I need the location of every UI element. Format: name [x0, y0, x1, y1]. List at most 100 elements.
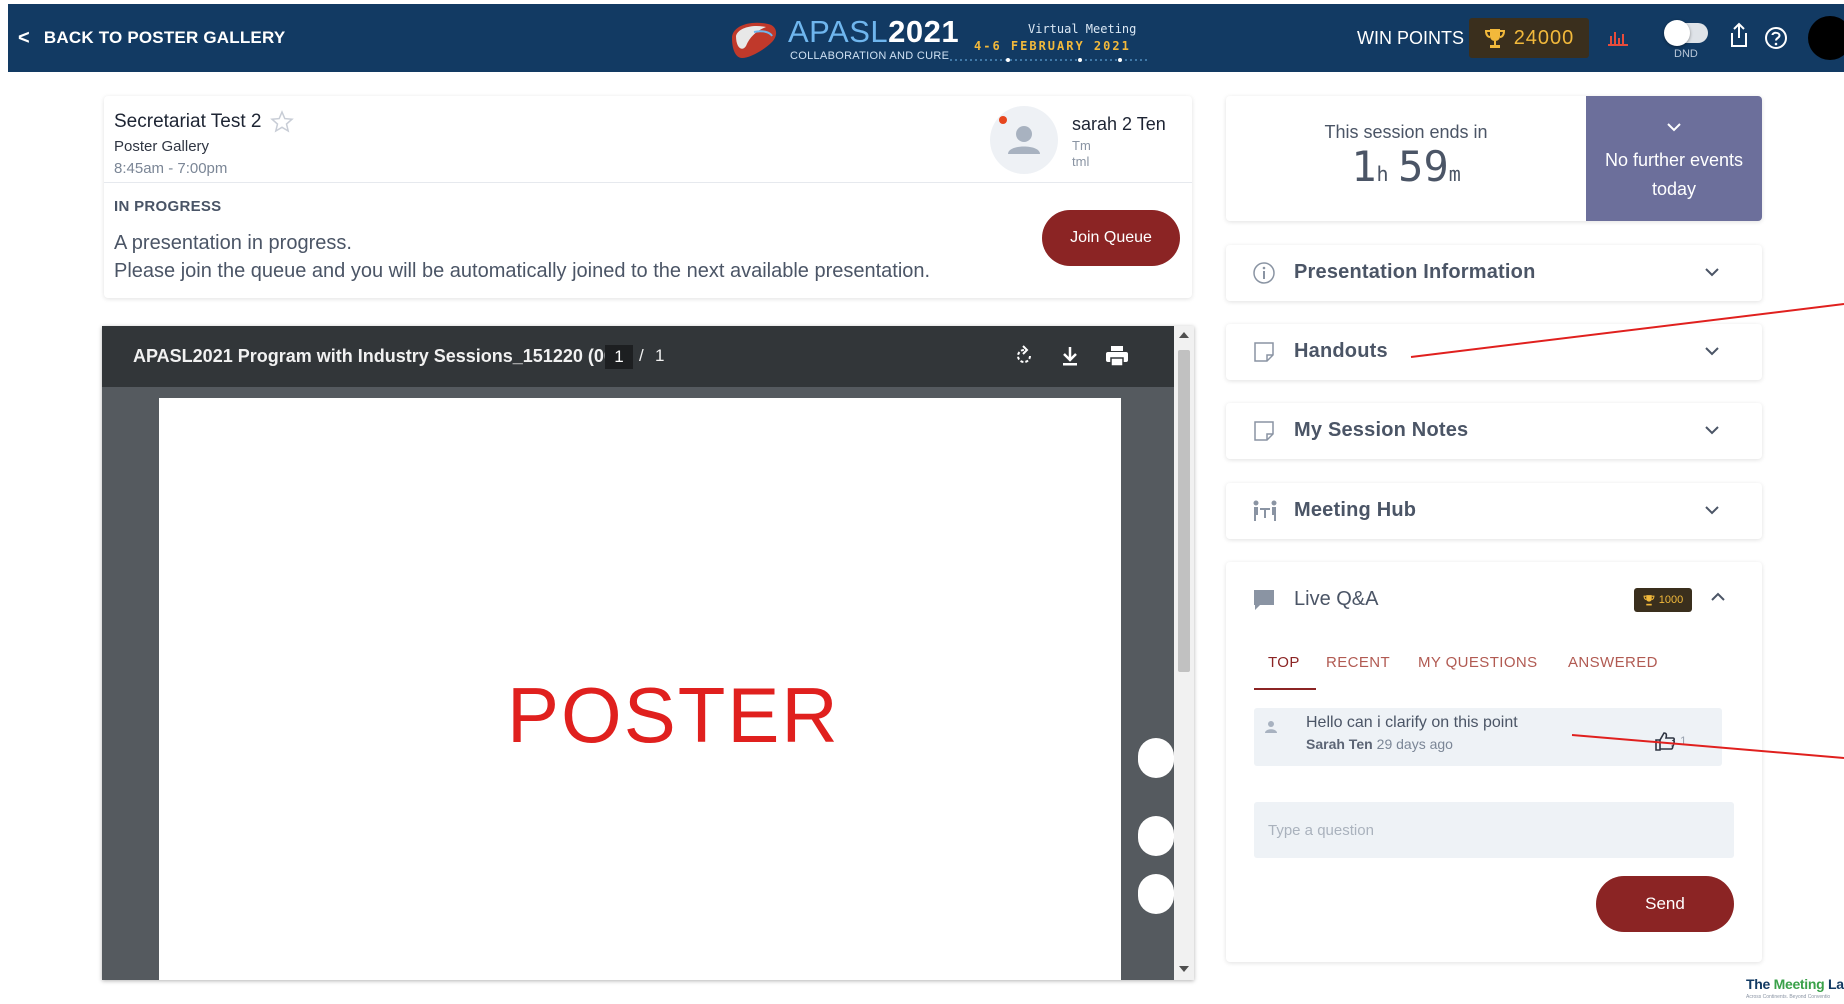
star-icon[interactable]: [269, 110, 294, 134]
question-item: Hello can i clarify on this point Sarah …: [1254, 708, 1722, 766]
qa-points-badge: 1000: [1634, 588, 1692, 612]
points-value: 24000: [1513, 26, 1575, 49]
status-message-line1: A presentation in progress.: [114, 232, 352, 254]
presenter-title: Tm: [1072, 138, 1091, 153]
scroll-up-arrow[interactable]: [1179, 332, 1189, 338]
chevron-down-icon: [1705, 347, 1719, 356]
accordion-label: Meeting Hub: [1294, 499, 1417, 521]
dnd-toggle[interactable]: DND: [1664, 20, 1712, 64]
user-avatar[interactable]: [1808, 16, 1844, 60]
scroll-down-arrow[interactable]: [1179, 966, 1189, 972]
logo-dotted-line: [950, 58, 1148, 62]
pdf-scrollbar[interactable]: [1174, 326, 1194, 980]
online-status-dot: [999, 116, 1007, 124]
logo-virtual-meeting: Virtual Meeting: [1028, 22, 1137, 36]
timer-label: This session ends in: [1324, 122, 1488, 142]
like-count: 1: [1680, 734, 1687, 748]
presenter-avatar[interactable]: [990, 106, 1058, 174]
session-time: 8:45am - 7:00pm: [114, 160, 228, 177]
dnd-label: DND: [1674, 48, 1698, 60]
accordion-meeting-hub[interactable]: Meeting Hub: [1226, 483, 1762, 539]
points-display[interactable]: 24000: [1469, 18, 1589, 58]
question-meta: Sarah Ten 29 days ago: [1306, 736, 1453, 752]
pdf-page-separator: /: [639, 346, 644, 365]
tab-answered[interactable]: ANSWERED: [1568, 654, 1658, 671]
tab-recent[interactable]: RECENT: [1326, 654, 1390, 671]
note-icon: [1254, 342, 1274, 362]
timer-value: 1h 59m: [1351, 142, 1461, 191]
tab-my-questions[interactable]: MY QUESTIONS: [1418, 654, 1538, 671]
tab-top[interactable]: TOP: [1268, 654, 1300, 671]
pdf-file-title: APASL2021 Program with Industry Sessions…: [133, 346, 629, 366]
accordion-label: Presentation Information: [1294, 261, 1536, 283]
pdf-page: POSTER: [159, 398, 1121, 980]
accordion-presentation-information[interactable]: Presentation Information: [1226, 245, 1762, 301]
person-icon: [1265, 721, 1277, 733]
meeting-icon: [1253, 500, 1277, 521]
page-edge-tab: [1138, 874, 1174, 914]
status-label: IN PROGRESS: [114, 198, 222, 215]
presenter-name: sarah 2 Ten: [1072, 114, 1166, 134]
session-location: Poster Gallery: [114, 138, 210, 155]
dnd-knob: [1664, 20, 1690, 46]
send-button[interactable]: Send: [1596, 876, 1734, 932]
pdf-toolbar: APASL2021 Program with Industry Sessions…: [102, 326, 1174, 387]
poster-text: POSTER: [507, 671, 840, 759]
question-text: Hello can i clarify on this point: [1306, 714, 1518, 731]
question-input[interactable]: [1254, 802, 1734, 858]
pdf-viewer: APASL2021 Program with Industry Sessions…: [102, 326, 1194, 980]
pdf-page-total: 1: [655, 346, 665, 365]
page-edge-tab: [1138, 738, 1174, 778]
thumbs-up-icon[interactable]: [1654, 730, 1676, 752]
no-events-panel[interactable]: No further events today: [1586, 96, 1762, 221]
live-qa-panel: Live Q&A 1000 TOP RECENT MY QUESTIONS AN…: [1226, 562, 1762, 962]
liver-logo-icon: [732, 22, 777, 58]
accordion-handouts[interactable]: Handouts: [1226, 324, 1762, 380]
active-tab-indicator: [1254, 688, 1316, 690]
back-label: BACK TO POSTER GALLERY: [43, 28, 286, 47]
session-title: Secretariat Test 2: [114, 110, 294, 134]
leaderboard-icon[interactable]: [1608, 30, 1628, 46]
status-message-line2: Please join the queue and you will be au…: [114, 260, 931, 282]
top-bar: < BACK TO POSTER GALLERY APASL2021 COLLA…: [8, 4, 1844, 72]
chevron-down-icon: [1705, 268, 1719, 277]
logo-brand: APASL2021: [788, 14, 960, 49]
logo-dates: 4-6 FEBRUARY 2021: [974, 39, 1131, 53]
print-icon[interactable]: [1104, 344, 1130, 368]
chevron-down-icon: [1705, 506, 1719, 515]
qa-title: Live Q&A: [1294, 588, 1379, 610]
accordion-label: My Session Notes: [1294, 419, 1469, 441]
trophy-icon: [1643, 595, 1655, 606]
chevron-down-icon: [1705, 426, 1719, 435]
chevron-up-icon[interactable]: [1710, 592, 1726, 602]
question-author: Sarah Ten: [1306, 736, 1373, 752]
help-icon[interactable]: [1764, 26, 1788, 50]
event-logo: APASL2021 COLLABORATION AND CURE Virtual…: [728, 12, 1148, 66]
back-to-gallery-link[interactable]: < BACK TO POSTER GALLERY: [18, 4, 285, 72]
pdf-page-input[interactable]: 1: [605, 345, 633, 369]
presenter-organization: tml: [1072, 154, 1090, 169]
note-icon: [1254, 421, 1274, 441]
share-icon[interactable]: [1728, 22, 1750, 48]
meeting-lab-tagline: Across Continents. Beyond Conventio: [1746, 994, 1831, 1000]
divider: [104, 182, 1192, 183]
chat-icon: [1254, 590, 1274, 610]
no-events-text: No further events today: [1604, 150, 1744, 199]
meeting-lab-brand: The Meeting La: [1746, 976, 1844, 992]
page-edge-tab: [1138, 816, 1174, 856]
session-card: Secretariat Test 2 Poster Gallery 8:45am…: [104, 96, 1192, 298]
logo-tagline: COLLABORATION AND CURE: [790, 50, 950, 62]
scroll-thumb[interactable]: [1178, 350, 1190, 672]
join-queue-button[interactable]: Join Queue: [1042, 210, 1180, 266]
question-time: 29 days ago: [1376, 736, 1453, 752]
chevron-left-icon: <: [18, 26, 30, 49]
download-icon[interactable]: [1058, 344, 1082, 368]
info-icon: [1253, 262, 1275, 284]
session-timer: This session ends in 1h 59m No further e…: [1226, 96, 1762, 221]
accordion-label: Handouts: [1294, 340, 1388, 362]
rotate-icon[interactable]: [1012, 344, 1036, 368]
meeting-lab-logo: The Meeting La Across Continents. Beyond…: [1744, 972, 1844, 1002]
trophy-icon: [1484, 29, 1505, 48]
accordion-my-session-notes[interactable]: My Session Notes: [1226, 403, 1762, 459]
chevron-down-icon: [1667, 123, 1681, 132]
